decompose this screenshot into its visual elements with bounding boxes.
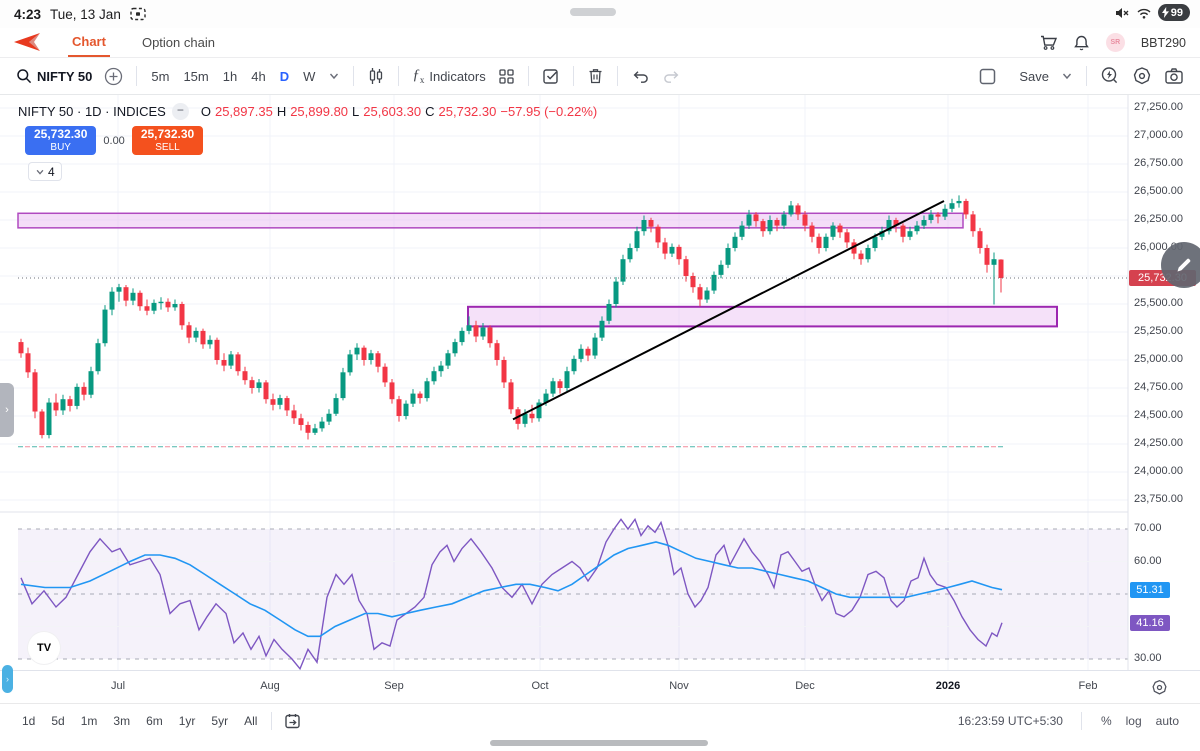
price-axis-label: 25,250.00: [1134, 325, 1183, 337]
buy-price: 25,732.30: [34, 127, 88, 141]
calendar-go-icon: [285, 714, 301, 729]
gesture-bar: [490, 740, 708, 746]
scale-option-percent[interactable]: %: [1094, 711, 1119, 731]
rsi-value-chip: 41.16: [1130, 614, 1170, 631]
month-label: Nov: [669, 680, 689, 692]
price-axis-label: 27,000.00: [1134, 129, 1183, 141]
scale-option-log[interactable]: log: [1119, 711, 1149, 731]
rsi-axis-label: 70.00: [1134, 522, 1162, 534]
price-axis-label: 26,500.00: [1134, 185, 1183, 197]
range-3m[interactable]: 3m: [105, 711, 138, 731]
range-6m[interactable]: 6m: [138, 711, 171, 731]
month-label: Dec: [795, 680, 815, 692]
buy-button[interactable]: 25,732.30 BUY: [25, 126, 97, 156]
chart-area[interactable]: NIFTY 50 · 1D · INDICES − O 25,897.35 H 25…: [0, 0, 1200, 751]
buy-label: BUY: [50, 141, 71, 153]
close-label: C: [425, 104, 435, 119]
high-label: H: [276, 104, 287, 119]
price-axis-label: 26,250.00: [1134, 213, 1183, 225]
open-value: 25,897.35: [214, 104, 273, 119]
month-label: Feb: [1078, 680, 1098, 692]
high-value: 25,899.80: [290, 104, 349, 119]
month-label: Oct: [531, 680, 549, 692]
change-value: −57.95 (−0.22%): [500, 104, 598, 119]
price-axis-label: 24,250.00: [1134, 437, 1183, 449]
tradingview-logo[interactable]: TV: [28, 632, 60, 664]
scale-option-auto[interactable]: auto: [1149, 711, 1186, 731]
chart-legend: NIFTY 50 · 1D · INDICES − O 25,897.35 H 25…: [18, 103, 597, 120]
sell-button[interactable]: 25,732.30 SELL: [131, 126, 204, 156]
range-group: 1d 5d 1m 3m 6m 1yr 5yr All: [14, 711, 265, 731]
price-axis-label: 24,500.00: [1134, 409, 1183, 421]
axis-settings-gear-icon[interactable]: [1151, 679, 1168, 696]
range-1yr[interactable]: 1yr: [171, 711, 204, 731]
open-label: O: [200, 104, 211, 119]
go-to-date-button[interactable]: [278, 712, 308, 730]
divider: [271, 712, 273, 730]
time-axis[interactable]: Jul Aug Sep Oct Nov Dec 2026 Feb: [0, 670, 1200, 703]
collapsed-indicators-button[interactable]: 4: [28, 162, 62, 181]
ohlc-values: O 25,897.35 H 25,899.80 L 25,603.30 C 25,732…: [201, 104, 597, 119]
range-5yr[interactable]: 5yr: [203, 711, 236, 731]
price-axis-label: 23,750.00: [1134, 493, 1183, 505]
rsi-axis-label: 30.00: [1134, 652, 1162, 664]
price-axis-label: 25,500.00: [1134, 297, 1183, 309]
range-all[interactable]: All: [236, 711, 265, 731]
low-label: L: [352, 104, 360, 119]
scale-options: % log auto: [1094, 711, 1186, 731]
rsi-axis-label: 60.00: [1134, 554, 1162, 567]
sell-label: SELL: [155, 141, 180, 153]
price-axis-label: 25,000.00: [1134, 353, 1183, 365]
pencil-icon: [1177, 258, 1191, 272]
chevron-down-icon: [36, 169, 44, 175]
sell-price: 25,732.30: [140, 127, 195, 141]
left-scroll-handle[interactable]: ›: [2, 665, 13, 693]
legend-symbol-title[interactable]: NIFTY 50 · 1D · INDICES: [18, 104, 166, 119]
left-panel-expand-handle[interactable]: ›: [0, 383, 14, 437]
low-value: 25,603.30: [363, 104, 422, 119]
month-label: Sep: [384, 680, 404, 692]
range-1m[interactable]: 1m: [73, 711, 106, 731]
month-label: Jul: [110, 680, 126, 692]
month-label: 2026: [935, 680, 961, 692]
indicator-count: 4: [48, 164, 55, 179]
price-axis-label: 27,250.00: [1134, 101, 1183, 113]
session-clock[interactable]: 16:23:59 UTC+5:30: [958, 714, 1063, 728]
rsi-value-chip: 51.31: [1130, 581, 1170, 598]
range-1d[interactable]: 1d: [14, 711, 43, 731]
bottom-toolbar: 1d 5d 1m 3m 6m 1yr 5yr All 16:23:59 UTC+5:30 % l…: [0, 703, 1200, 738]
divider: [1080, 712, 1082, 730]
month-label: Aug: [260, 680, 280, 692]
spread-value: 0.00: [103, 134, 125, 147]
price-axis-label: 24,000.00: [1134, 465, 1183, 477]
close-value: 25,732.30: [438, 104, 497, 119]
range-5d[interactable]: 5d: [43, 711, 72, 731]
draw-fab-button[interactable]: [1161, 242, 1200, 288]
order-panel: 25,732.30 BUY 0.00 25,732.30 SELL: [25, 126, 204, 156]
price-axis-label: 26,750.00: [1134, 157, 1183, 169]
price-axis-label: 24,750.00: [1134, 381, 1183, 393]
legend-collapse-button[interactable]: −: [171, 103, 189, 120]
